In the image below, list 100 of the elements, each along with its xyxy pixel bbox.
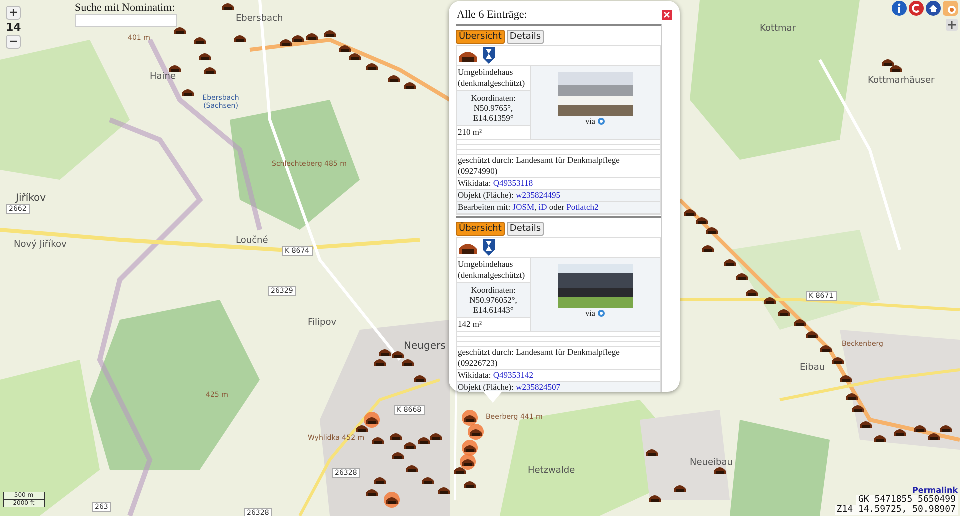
house-marker-icon[interactable] <box>454 466 466 474</box>
expand-icon[interactable] <box>946 19 958 31</box>
house-marker-icon[interactable] <box>852 404 864 412</box>
zoom-level: 14 <box>6 21 22 34</box>
layers-icon[interactable] <box>943 1 958 16</box>
house-marker-icon[interactable] <box>390 432 402 440</box>
house-icon <box>459 50 477 62</box>
house-marker-icon[interactable] <box>860 420 872 428</box>
popup-tab[interactable]: Übersicht <box>456 222 505 236</box>
house-marker-icon[interactable] <box>222 2 234 10</box>
house-marker-icon[interactable] <box>696 216 708 224</box>
info-icon[interactable] <box>892 1 907 16</box>
house-marker-icon[interactable] <box>374 358 386 366</box>
editor-link[interactable]: iD <box>538 202 548 212</box>
house-marker-icon[interactable] <box>470 428 482 436</box>
house-marker-icon[interactable] <box>392 451 404 459</box>
house-marker-icon[interactable] <box>402 358 414 366</box>
house-marker-icon[interactable] <box>724 258 736 266</box>
house-marker-icon[interactable] <box>169 64 181 72</box>
house-marker-icon[interactable] <box>764 296 776 304</box>
house-marker-icon[interactable] <box>464 414 476 422</box>
house-marker-icon[interactable] <box>366 62 378 70</box>
house-marker-icon[interactable] <box>339 44 351 52</box>
house-marker-icon[interactable] <box>674 484 686 492</box>
source-icon[interactable] <box>598 310 606 317</box>
house-marker-icon[interactable] <box>379 348 391 356</box>
house-marker-icon[interactable] <box>306 32 318 40</box>
house-marker-icon[interactable] <box>464 444 476 452</box>
wikidata-link[interactable]: Q49353142 <box>493 370 534 380</box>
house-marker-icon[interactable] <box>914 424 926 432</box>
house-marker-icon[interactable] <box>404 81 416 89</box>
house-marker-icon[interactable] <box>199 52 211 60</box>
popup-tab[interactable]: Details <box>506 222 544 236</box>
house-marker-icon[interactable] <box>820 344 832 352</box>
editor-link[interactable]: JOSM <box>512 202 534 212</box>
popup-tab[interactable]: Übersicht <box>456 30 505 44</box>
house-marker-icon[interactable] <box>194 36 206 44</box>
house-marker-icon[interactable] <box>928 432 940 440</box>
house-marker-icon[interactable] <box>349 52 361 60</box>
house-marker-icon[interactable] <box>392 350 404 358</box>
zoom-in-button[interactable]: + <box>6 6 22 20</box>
house-marker-icon[interactable] <box>890 64 902 72</box>
house-marker-icon[interactable] <box>846 392 858 400</box>
house-marker-icon[interactable] <box>182 88 194 96</box>
house-marker-icon[interactable] <box>280 38 292 46</box>
source-icon[interactable] <box>598 118 606 125</box>
house-marker-icon[interactable] <box>372 436 384 444</box>
house-marker-icon[interactable] <box>174 26 186 34</box>
latitude-value: N50.9765°, <box>474 103 514 113</box>
search-field[interactable] <box>75 14 177 27</box>
house-marker-icon[interactable] <box>746 288 758 296</box>
house-marker-icon[interactable] <box>940 424 952 432</box>
permalink-link[interactable]: Permalink <box>912 486 958 495</box>
object-link[interactable]: w235824495 <box>516 190 560 200</box>
house-marker-icon[interactable] <box>422 476 434 484</box>
house-marker-icon[interactable] <box>840 374 852 382</box>
house-marker-icon[interactable] <box>714 466 726 474</box>
house-marker-icon[interactable] <box>324 29 336 37</box>
house-marker-icon[interactable] <box>438 486 450 494</box>
copyright-icon[interactable] <box>909 1 924 16</box>
house-marker-icon[interactable] <box>794 318 806 326</box>
popup-tab[interactable]: Details <box>506 30 544 44</box>
close-icon[interactable] <box>662 10 672 20</box>
house-marker-icon[interactable] <box>386 496 398 504</box>
house-marker-icon[interactable] <box>464 480 476 488</box>
house-marker-icon[interactable] <box>404 441 416 449</box>
wikidata-link[interactable]: Q49353118 <box>493 178 534 188</box>
house-marker-icon[interactable] <box>649 494 661 502</box>
house-marker-icon[interactable] <box>204 66 216 74</box>
house-marker-icon[interactable] <box>462 458 474 466</box>
house-marker-icon[interactable] <box>806 330 818 338</box>
zoom-out-button[interactable]: − <box>6 35 22 49</box>
house-marker-icon[interactable] <box>366 416 378 424</box>
house-marker-icon[interactable] <box>702 244 714 252</box>
house-marker-icon[interactable] <box>356 424 368 432</box>
house-marker-icon[interactable] <box>882 58 894 66</box>
house-marker-icon[interactable] <box>406 464 418 472</box>
map-place-label: Loučné <box>236 236 268 246</box>
house-marker-icon[interactable] <box>736 272 748 280</box>
house-marker-icon[interactable] <box>706 226 718 234</box>
house-marker-icon[interactable] <box>388 74 400 82</box>
editor-link[interactable]: Potlatch2 <box>566 202 599 212</box>
via-label: via <box>586 308 596 319</box>
house-marker-icon[interactable] <box>366 488 378 496</box>
house-marker-icon[interactable] <box>874 434 886 442</box>
house-marker-icon[interactable] <box>374 476 386 484</box>
home-icon[interactable] <box>926 1 941 16</box>
house-marker-icon[interactable] <box>292 34 304 42</box>
house-marker-icon[interactable] <box>430 432 442 440</box>
house-marker-icon[interactable] <box>894 428 906 436</box>
house-marker-icon[interactable] <box>646 448 658 456</box>
house-marker-icon[interactable] <box>234 34 246 42</box>
house-marker-icon[interactable] <box>414 374 426 382</box>
object-line: Objekt (Fläche): w235824507 <box>458 382 560 392</box>
house-marker-icon[interactable] <box>778 308 790 316</box>
wikidata-line: Wikidata: Q49353142 <box>458 370 534 380</box>
object-link[interactable]: w235824507 <box>516 382 560 392</box>
house-marker-icon[interactable] <box>684 208 696 216</box>
house-marker-icon[interactable] <box>832 356 844 364</box>
house-marker-icon[interactable] <box>418 436 430 444</box>
